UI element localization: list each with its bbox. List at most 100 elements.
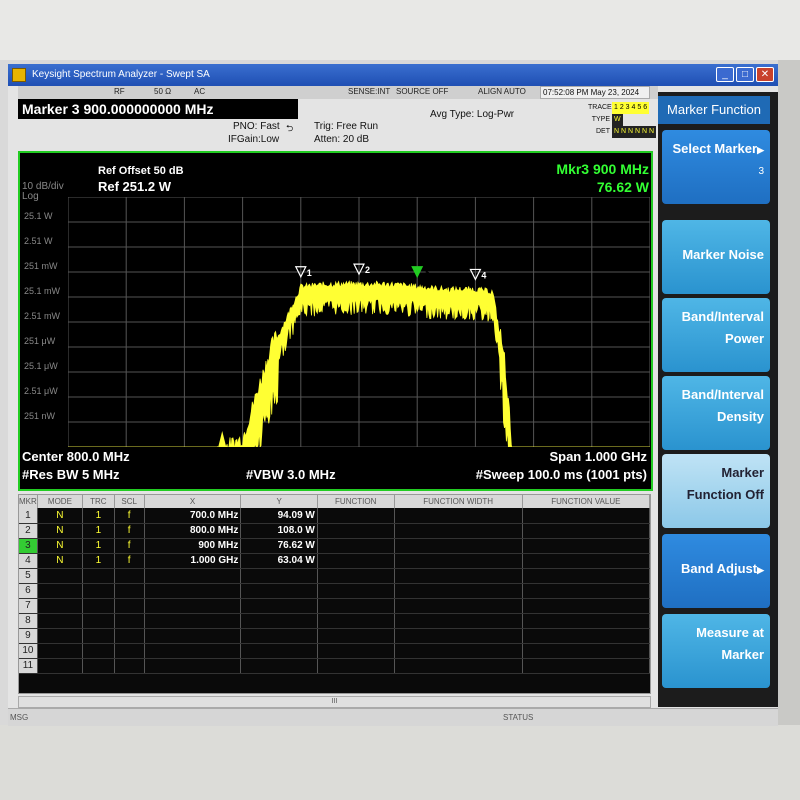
cell-scl: [114, 658, 145, 674]
analyzer-screen: Keysight Spectrum Analyzer - Swept SA _ …: [8, 64, 778, 726]
cell-empty: [394, 553, 523, 569]
measure-at-marker-softkey[interactable]: Measure at Marker: [662, 614, 770, 688]
cell-empty: [522, 568, 651, 584]
cell-empty: [522, 643, 651, 659]
column-header[interactable]: FUNCTION: [317, 495, 395, 508]
y-tick-label: 251 nW: [24, 411, 56, 421]
cell-empty: [317, 538, 395, 554]
cell-y: [240, 613, 318, 629]
table-row[interactable]: 11: [19, 658, 651, 674]
cell-x: 700.0 MHz: [144, 508, 242, 524]
spectrum-graph[interactable]: 10 dB/div Log Ref Offset 50 dB Ref 251.2…: [18, 151, 653, 491]
cell-empty: [394, 613, 523, 629]
band-interval-power-softkey[interactable]: Band/Interval Power: [662, 298, 770, 372]
cell-scl: f: [114, 538, 145, 554]
table-row[interactable]: 5: [19, 568, 651, 584]
cell-empty: [394, 643, 523, 659]
y-tick-label: 2.51 μW: [24, 386, 58, 396]
cell-y: 94.09 W: [240, 508, 318, 524]
marker-noise-softkey[interactable]: Marker Noise: [662, 220, 770, 294]
select-marker-softkey[interactable]: Select Marker▶ 3: [662, 130, 770, 204]
cell-x: [144, 643, 242, 659]
table-horizontal-scrollbar[interactable]: III: [18, 696, 651, 708]
column-header[interactable]: Y: [240, 495, 318, 508]
spectrum-plot[interactable]: 1 2 3 4: [68, 197, 650, 447]
submenu-arrow-icon: ▶: [757, 565, 764, 575]
cell-mkr: 3: [19, 538, 38, 554]
function-off-line1: Marker: [721, 465, 764, 480]
band-interval-density-softkey[interactable]: Band/Interval Density: [662, 376, 770, 450]
cell-mkr: 9: [19, 628, 38, 644]
close-button[interactable]: ✕: [756, 67, 774, 82]
cell-scl: [114, 628, 145, 644]
table-row[interactable]: 8: [19, 613, 651, 629]
cell-mode: N: [37, 523, 84, 539]
marker-1-label: 1: [307, 268, 312, 278]
marker-table[interactable]: MKR MODE TRC SCL X Y FUNCTION FUNCTION WIDTH FUN…: [18, 494, 651, 694]
y-tick-label: 2.51 mW: [24, 311, 61, 321]
cell-y: 63.04 W: [240, 553, 318, 569]
cell-x: 800.0 MHz: [144, 523, 242, 539]
ref-offset-label: Ref Offset 50 dB: [98, 165, 184, 177]
column-header[interactable]: FUNCTION WIDTH: [394, 495, 523, 508]
column-header[interactable]: FUNCTION VALUE: [522, 495, 651, 508]
table-row[interactable]: 6: [19, 583, 651, 599]
pno-setting: PNO: Fast: [233, 121, 280, 132]
y-tick-label: 25.1 mW: [24, 286, 61, 296]
cell-mode: [37, 613, 84, 629]
table-row[interactable]: 9: [19, 628, 651, 644]
table-row[interactable]: 4 N 1 f 1.000 GHz 63.04 W: [19, 553, 651, 569]
span-label: Span 1.000 GHz: [549, 449, 647, 464]
column-header[interactable]: MODE: [37, 495, 84, 508]
settings-panel: PNO: Fast ⮌ IFGain:Low Trig: Free Run At…: [18, 109, 658, 149]
y-tick-label: 251 μW: [24, 336, 56, 346]
table-row[interactable]: 7: [19, 598, 651, 614]
cell-mode: N: [37, 553, 84, 569]
rf-label: RF: [114, 87, 125, 96]
cell-empty: [522, 613, 651, 629]
cell-mode: [37, 568, 84, 584]
coupling-label: AC: [194, 87, 206, 96]
active-marker-header[interactable]: Marker 3 900.000000000 MHz: [18, 99, 298, 119]
type-label: TYPE: [591, 116, 610, 123]
y-tick-label: 251 mW: [24, 261, 58, 271]
cell-mkr: 11: [19, 658, 38, 674]
band-adjust-softkey[interactable]: Band Adjust▶: [662, 534, 770, 608]
marker-noise-label: Marker Noise: [682, 247, 764, 262]
cell-x: [144, 583, 242, 599]
menu-title: Marker Function: [658, 96, 770, 124]
message-bar: MSG STATUS: [8, 708, 778, 726]
cell-mode: [37, 583, 84, 599]
loop-icon: ⮌: [286, 123, 294, 133]
cell-x: [144, 628, 242, 644]
column-header[interactable]: MKR: [19, 495, 38, 508]
cell-mode: [37, 658, 84, 674]
cell-empty: [522, 658, 651, 674]
cell-trc: [82, 613, 115, 629]
column-header[interactable]: SCL: [114, 495, 145, 508]
cell-empty: [394, 598, 523, 614]
ifgain-setting: IFGain:Low: [228, 134, 280, 145]
table-row[interactable]: 2 N 1 f 800.0 MHz 108.0 W: [19, 523, 651, 539]
source-label: SOURCE OFF: [396, 87, 449, 96]
cell-x: 900 MHz: [144, 538, 242, 554]
column-header[interactable]: TRC: [82, 495, 115, 508]
table-row[interactable]: 10: [19, 643, 651, 659]
minimize-button[interactable]: _: [716, 67, 734, 82]
monitor-bezel-top: [0, 0, 800, 60]
table-row[interactable]: 3 N 1 f 900 MHz 76.62 W: [19, 538, 651, 554]
maximize-button[interactable]: □: [736, 67, 754, 82]
avg-type-setting: Avg Type: Log-Pwr: [430, 109, 515, 120]
cell-trc: [82, 568, 115, 584]
cell-mode: [37, 643, 84, 659]
cell-mkr: 4: [19, 553, 38, 569]
cell-trc: [82, 628, 115, 644]
table-row[interactable]: 1 N 1 f 700.0 MHz 94.09 W: [19, 508, 651, 524]
column-header[interactable]: X: [144, 495, 242, 508]
cell-empty: [317, 628, 395, 644]
band-power-line1: Band/Interval: [681, 309, 764, 324]
cell-empty: [522, 598, 651, 614]
marker-function-off-softkey[interactable]: Marker Function Off: [662, 454, 770, 528]
cell-empty: [317, 508, 395, 524]
datetime-readout: 07:52:08 PM May 23, 2024: [540, 86, 650, 99]
